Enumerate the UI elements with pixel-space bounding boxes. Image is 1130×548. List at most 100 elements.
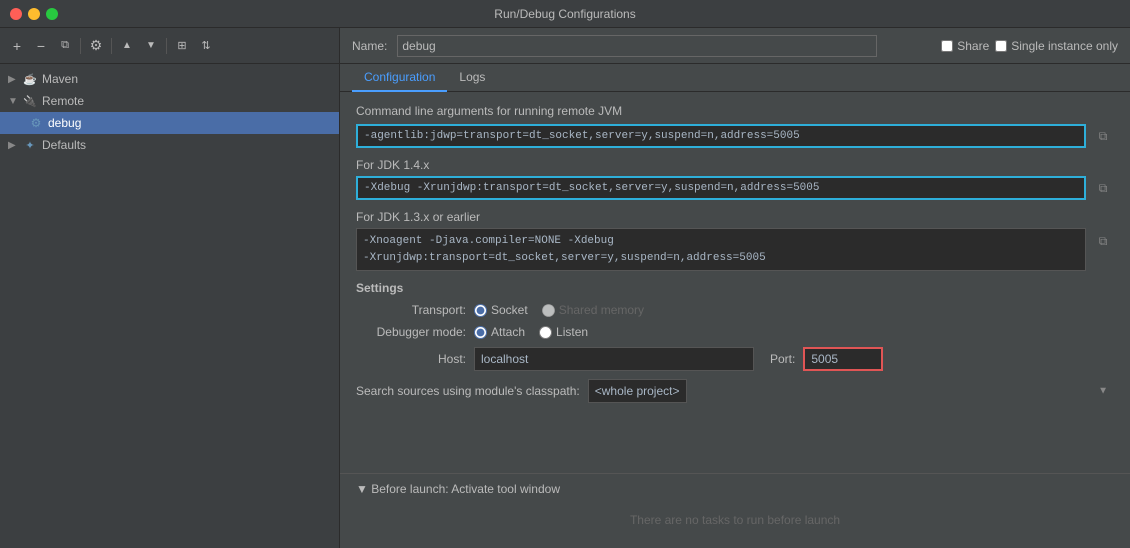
share-area: Share Single instance only	[941, 39, 1118, 53]
copy-icon-3: ⧉	[1099, 234, 1108, 249]
copy-jdk13-button[interactable]: ⧉	[1092, 230, 1114, 252]
tree-item-maven[interactable]: ▶ ☕ Maven	[0, 68, 339, 90]
transport-label: Transport:	[356, 303, 466, 317]
down-arrow-icon: ▼	[146, 40, 156, 51]
minus-icon: −	[37, 38, 45, 54]
expand-arrow-remote: ▼	[8, 96, 22, 107]
separator-1	[80, 38, 81, 54]
sidebar-toolbar: + − ⧉ ⚙ ▲ ▼ ⊞ ⇅	[0, 28, 339, 64]
transport-socket-label[interactable]: Socket	[474, 303, 528, 317]
expand-arrow-defaults: ▶	[8, 140, 22, 151]
jdk14-section: For JDK 1.4.x ⧉	[356, 158, 1114, 200]
titlebar: Run/Debug Configurations	[0, 0, 1130, 28]
before-launch-section: ▼ Before launch: Activate tool window Th…	[340, 473, 1130, 548]
debugger-listen-text: Listen	[556, 325, 588, 339]
classpath-select[interactable]: <whole project>	[588, 379, 687, 403]
cmd-args-input[interactable]	[356, 124, 1086, 148]
gear-icon: ⚙	[90, 37, 103, 54]
defaults-label: Defaults	[42, 138, 86, 152]
debugger-attach-label[interactable]: Attach	[474, 325, 525, 339]
transport-row: Transport: Socket Shared memory	[356, 303, 1114, 317]
debugger-mode-row: Debugger mode: Attach Listen	[356, 325, 1114, 339]
transport-shared-radio[interactable]	[542, 304, 555, 317]
defaults-icon: ✦	[22, 137, 38, 153]
classpath-row: Search sources using module's classpath:…	[356, 379, 1114, 403]
window-controls[interactable]	[10, 8, 58, 20]
folder-icon: ⊞	[177, 39, 186, 52]
tree-item-debug[interactable]: ⚙ debug	[0, 112, 339, 134]
jdk14-input[interactable]	[356, 176, 1086, 200]
add-config-button[interactable]: +	[6, 35, 28, 57]
cmd-args-row: ⧉	[356, 124, 1114, 148]
config-content: Command line arguments for running remot…	[340, 92, 1130, 473]
no-tasks-text: There are no tasks to run before launch	[630, 513, 840, 527]
transport-socket-radio[interactable]	[474, 304, 487, 317]
jdk13-line1: -Xnoagent -Djava.compiler=NONE -Xdebug	[363, 233, 1079, 250]
debugger-mode-label: Debugger mode:	[356, 325, 466, 339]
share-checkbox-label[interactable]: Share	[941, 39, 989, 53]
classpath-label: Search sources using module's classpath:	[356, 384, 580, 398]
jdk13-line2: -Xrunjdwp:transport=dt_socket,server=y,s…	[363, 250, 1079, 267]
port-label: Port:	[770, 352, 795, 366]
copy-cmd-args-button[interactable]: ⧉	[1092, 125, 1114, 147]
debugger-listen-radio[interactable]	[539, 326, 552, 339]
copy-icon: ⧉	[61, 39, 69, 52]
tabs-bar: Configuration Logs	[340, 64, 1130, 92]
share-checkbox[interactable]	[941, 40, 953, 52]
maven-label: Maven	[42, 72, 78, 86]
group-button[interactable]: ⊞	[171, 35, 193, 57]
copy-jdk14-button[interactable]: ⧉	[1092, 177, 1114, 199]
move-up-button[interactable]: ▲	[116, 35, 138, 57]
sort-icon: ⇅	[201, 39, 210, 52]
debugger-mode-radio-group: Attach Listen	[474, 325, 588, 339]
config-tree: ▶ ☕ Maven ▼ 🔌 Remote ⚙ debug ▶ ✦ Default…	[0, 64, 339, 548]
minimize-button[interactable]	[28, 8, 40, 20]
before-launch-body: There are no tasks to run before launch	[356, 500, 1114, 540]
tree-item-remote[interactable]: ▼ 🔌 Remote	[0, 90, 339, 112]
sort-button[interactable]: ⇅	[195, 35, 217, 57]
maximize-button[interactable]	[46, 8, 58, 20]
tab-logs-label: Logs	[459, 70, 485, 84]
separator-3	[166, 38, 167, 54]
close-button[interactable]	[10, 8, 22, 20]
move-down-button[interactable]: ▼	[140, 35, 162, 57]
before-launch-title: ▼ Before launch: Activate tool window	[356, 482, 560, 496]
cmd-args-section-title: Command line arguments for running remot…	[356, 104, 1114, 118]
settings-title: Settings	[356, 281, 1114, 295]
tree-item-defaults[interactable]: ▶ ✦ Defaults	[0, 134, 339, 156]
add-icon: +	[13, 38, 21, 54]
jdk13-label: For JDK 1.3.x or earlier	[356, 210, 1114, 224]
debug-icon: ⚙	[28, 115, 44, 131]
transport-shared-label[interactable]: Shared memory	[542, 303, 644, 317]
name-field-label: Name:	[352, 39, 387, 53]
copy-config-button[interactable]: ⧉	[54, 35, 76, 57]
debugger-listen-label[interactable]: Listen	[539, 325, 588, 339]
copy-icon-1: ⧉	[1099, 129, 1108, 144]
window-title: Run/Debug Configurations	[494, 7, 635, 21]
sidebar: + − ⧉ ⚙ ▲ ▼ ⊞ ⇅	[0, 28, 340, 548]
single-instance-checkbox-label[interactable]: Single instance only	[995, 39, 1118, 53]
tab-configuration-label: Configuration	[364, 70, 435, 84]
remote-label: Remote	[42, 94, 84, 108]
gear-button[interactable]: ⚙	[85, 35, 107, 57]
transport-radio-group: Socket Shared memory	[474, 303, 644, 317]
debugger-attach-radio[interactable]	[474, 326, 487, 339]
content-area: Name: Share Single instance only Configu…	[340, 28, 1130, 548]
single-instance-label: Single instance only	[1011, 39, 1118, 53]
tab-logs[interactable]: Logs	[447, 64, 497, 92]
remove-config-button[interactable]: −	[30, 35, 52, 57]
name-input[interactable]	[397, 35, 877, 57]
jdk14-label: For JDK 1.4.x	[356, 158, 1114, 172]
up-arrow-icon: ▲	[122, 40, 132, 51]
jdk13-input[interactable]: -Xnoagent -Djava.compiler=NONE -Xdebug -…	[356, 228, 1086, 271]
copy-icon-2: ⧉	[1099, 181, 1108, 196]
tab-configuration[interactable]: Configuration	[352, 64, 447, 92]
port-input[interactable]	[803, 347, 883, 371]
jdk13-section: For JDK 1.3.x or earlier -Xnoagent -Djav…	[356, 210, 1114, 271]
before-launch-header: ▼ Before launch: Activate tool window	[356, 482, 1114, 496]
share-label: Share	[957, 39, 989, 53]
host-input[interactable]	[474, 347, 754, 371]
debugger-attach-text: Attach	[491, 325, 525, 339]
single-instance-checkbox[interactable]	[995, 40, 1007, 52]
host-port-row: Host: Port:	[356, 347, 1114, 371]
